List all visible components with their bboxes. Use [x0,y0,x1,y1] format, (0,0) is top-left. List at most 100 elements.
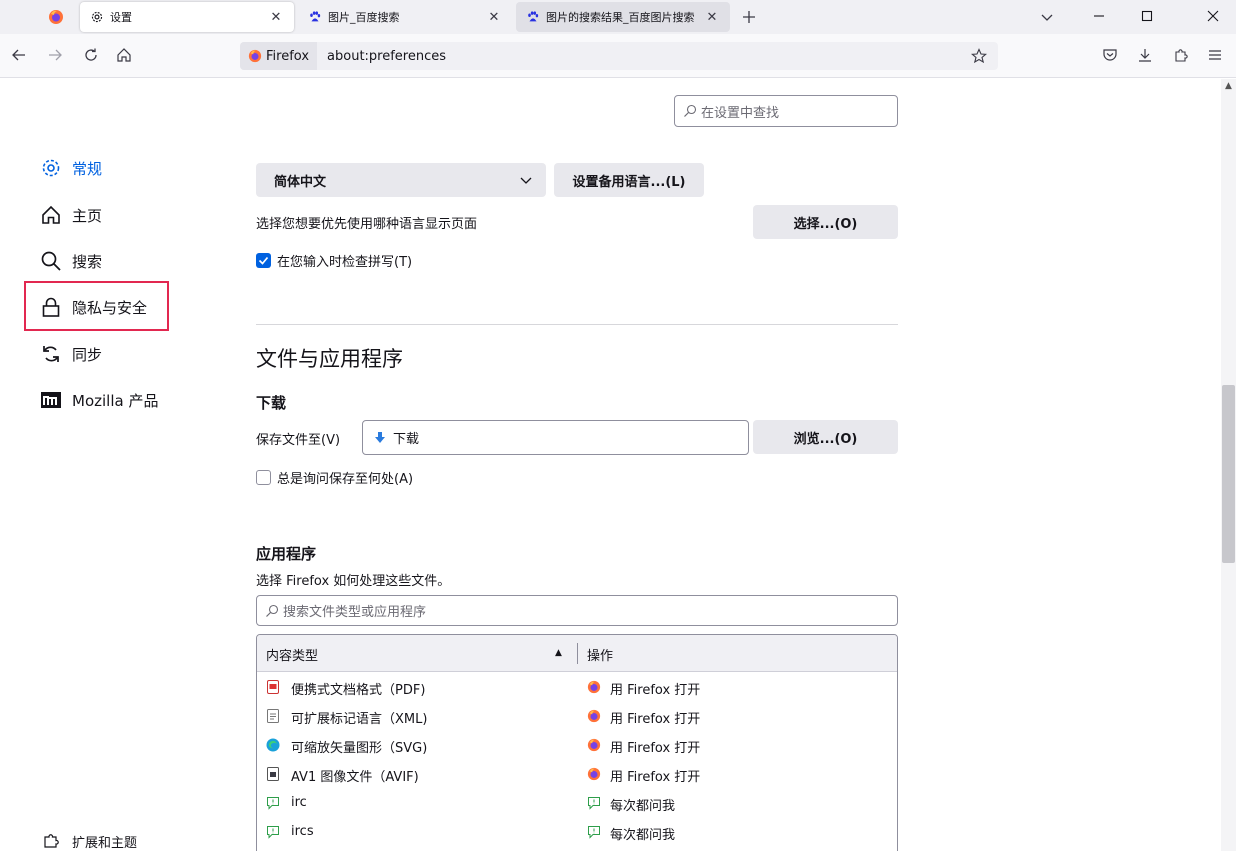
download-folder-field[interactable]: 下载 [362,420,749,455]
identity-box[interactable]: Firefox [240,42,318,70]
applications-table: 内容类型 ▲ 操作 便携式文档格式（PDF) 用 Firefox 打开 可扩展标… [256,634,898,851]
plus-icon [743,11,755,23]
forward-button[interactable] [44,44,66,66]
close-icon[interactable]: ✕ [268,9,284,25]
table-row[interactable]: 便携式文档格式（PDF) 用 Firefox 打开 [257,673,897,702]
close-icon[interactable]: ✕ [704,9,720,25]
firefox-icon [49,10,63,24]
category-sync[interactable]: 同步 [40,338,102,370]
category-label: 主页 [72,206,103,225]
maximize-button[interactable] [1124,0,1170,32]
category-label: 搜索 [72,252,103,271]
category-general[interactable]: 常规 [40,152,102,184]
menu-icon [1209,50,1221,60]
scrollbar-thumb[interactable] [1222,385,1235,563]
tab-settings[interactable]: 设置 ✕ [80,2,294,32]
sync-icon [40,343,62,365]
arrow-right-icon [49,49,62,61]
search-icon [266,604,279,617]
app-menu-button[interactable] [1204,44,1226,66]
alternative-languages-button[interactable]: 设置备用语言...(L) [554,163,704,197]
downloads-heading: 下载 [256,394,287,412]
content-type: ircs [291,824,314,839]
tab-baidu-results[interactable]: 图片的搜索结果_百度图片搜索 ✕ [516,2,730,32]
close-window-button[interactable] [1190,0,1236,32]
category-privacy[interactable]: 隐私与安全 [40,291,147,323]
puzzle-icon [1175,49,1188,62]
back-button[interactable] [8,44,30,66]
firefox-view-button[interactable] [36,0,76,34]
checkbox-unchecked[interactable] [256,470,271,485]
page-scrollbar[interactable]: ▲ [1221,79,1236,851]
close-icon [1207,10,1219,22]
url-text[interactable]: about:preferences [317,49,968,64]
content-type: 可缩放矢量图形（SVG) [291,741,428,756]
column-header-action[interactable]: 操作 [587,645,613,664]
section-heading: 文件与应用程序 [256,347,403,371]
checkmark-icon [258,256,269,265]
content-type: AV1 图像文件（AVIF) [291,770,419,785]
tab-title: 图片_百度搜索 [328,11,400,24]
content-type: 可扩展标记语言（XML) [291,712,428,727]
firefox-icon [587,680,601,694]
table-row[interactable]: 可扩展标记语言（XML) 用 Firefox 打开 [257,702,897,731]
action-value: 每次都问我 [610,828,676,843]
table-row[interactable]: AV1 图像文件（AVIF) 用 Firefox 打开 [257,760,897,789]
tab-baidu-images[interactable]: 图片_百度搜索 ✕ [298,2,512,32]
table-row[interactable]: ircs 每次都问我 [257,818,897,847]
category-label: 隐私与安全 [72,298,148,317]
category-label: 同步 [72,345,103,364]
save-files-label: 保存文件至(V) [256,433,341,448]
section-divider [256,324,898,325]
column-header-content-type[interactable]: 内容类型 [266,645,318,664]
new-tab-button[interactable] [738,6,760,28]
image-file-icon [267,767,279,781]
xml-file-icon [267,709,279,723]
minimize-icon [1094,15,1104,17]
search-settings-input[interactable]: 在设置中查找 [674,95,898,127]
home-button[interactable] [113,44,135,66]
reload-button[interactable] [80,44,102,66]
pocket-button[interactable] [1099,44,1121,66]
applications-search-input[interactable]: 搜索文件类型或应用程序 [256,595,898,626]
tab-title: 图片的搜索结果_百度图片搜索 [546,11,695,24]
bookmark-button[interactable] [968,45,990,67]
button-label: 选择...(O) [793,216,858,232]
url-bar[interactable]: Firefox about:preferences [240,42,998,70]
home-icon [40,204,62,226]
category-mozilla-products[interactable]: Mozilla 产品 [40,384,158,416]
chat-icon [267,826,279,839]
baidu-icon [310,11,321,22]
scroll-up-arrow-icon[interactable]: ▲ [1221,79,1236,93]
category-home[interactable]: 主页 [40,199,102,231]
close-icon[interactable]: ✕ [486,9,502,25]
column-separator[interactable] [577,643,578,664]
choose-language-button[interactable]: 选择...(O) [753,205,898,239]
extensions-button[interactable] [1170,44,1192,66]
checkbox-checked[interactable] [256,253,271,268]
downloads-button[interactable] [1134,44,1156,66]
nav-bar: Firefox about:preferences [0,34,1236,78]
language-description: 选择您想要优先使用哪种语言显示页面 [256,217,478,232]
button-label: 设置备用语言...(L) [572,174,686,190]
search-placeholder: 搜索文件类型或应用程序 [283,605,427,620]
table-row[interactable]: 可缩放矢量图形（SVG) 用 Firefox 打开 [257,731,897,760]
download-icon [1139,49,1151,62]
browse-button[interactable]: 浏览...(O) [753,420,898,454]
chat-icon [588,797,600,810]
spellcheck-checkbox-row[interactable]: 在您输入时检查拼写(T) [256,251,412,270]
action-value: 用 Firefox 打开 [610,683,701,698]
lock-icon [40,296,62,318]
always-ask-checkbox-row[interactable]: 总是询问保存至何处(A) [256,468,413,487]
category-search[interactable]: 搜索 [40,245,102,277]
extensions-themes-link[interactable]: 扩展和主题 [42,831,137,851]
baidu-icon [528,11,539,22]
minimize-button[interactable] [1076,0,1122,32]
chat-icon [588,826,600,839]
tab-list-button[interactable] [1036,6,1058,28]
search-icon [684,104,697,117]
table-row[interactable]: irc 每次都问我 [257,789,897,818]
content-type: 便携式文档格式（PDF) [291,683,426,698]
puzzle-icon [42,831,62,851]
language-select[interactable]: 简体中文 [256,163,546,197]
